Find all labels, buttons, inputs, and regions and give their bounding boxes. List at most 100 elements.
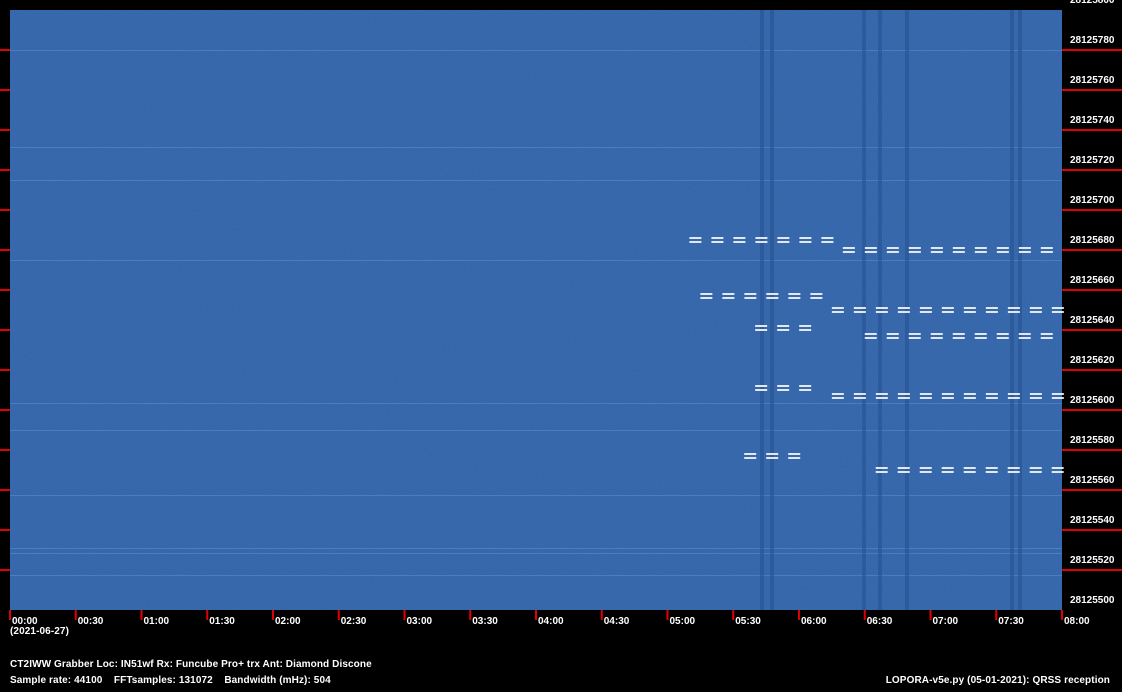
signal-mark <box>744 453 757 455</box>
y-tick-left <box>0 569 10 571</box>
y-tick-left <box>0 209 10 211</box>
y-tick-right <box>1062 129 1122 131</box>
x-tick-label: 00:30 <box>78 616 104 627</box>
signal-mark <box>842 251 855 253</box>
x-tick <box>272 610 274 620</box>
signal-mark <box>941 311 954 313</box>
signal-mark <box>777 325 790 327</box>
fading-band <box>1018 10 1022 610</box>
y-tick-label: 28125520 <box>1070 555 1115 566</box>
signal-mark <box>788 453 801 455</box>
signal-mark <box>952 337 965 339</box>
x-tick <box>600 610 603 620</box>
signal-mark <box>897 471 910 473</box>
x-tick <box>74 610 77 620</box>
signal-mark <box>875 311 888 313</box>
x-tick <box>798 610 800 620</box>
x-tick-label: 05:30 <box>735 616 761 627</box>
signal-mark <box>842 247 855 249</box>
y-tick-label: 28125640 <box>1070 315 1115 326</box>
signal-mark <box>799 325 812 327</box>
station-info: CT2IWW Grabber Loc: IN51wf Rx: Funcube P… <box>10 659 372 670</box>
signal-mark <box>1040 247 1053 249</box>
signal-mark <box>1051 393 1064 395</box>
signal-mark <box>799 237 812 239</box>
x-tick-label: 08:00 <box>1064 616 1090 627</box>
y-tick-left <box>0 49 10 51</box>
signal-mark <box>875 471 888 473</box>
signal-mark <box>919 393 932 395</box>
signal-mark <box>1018 337 1031 339</box>
signal-mark <box>755 237 768 239</box>
signal-mark <box>788 293 801 295</box>
signal-mark <box>886 251 899 253</box>
y-tick-label: 28125780 <box>1070 35 1115 46</box>
signal-mark <box>919 311 932 313</box>
y-tick-label: 28125700 <box>1070 195 1115 206</box>
y-tick-left <box>0 89 10 91</box>
x-tick-label: 04:30 <box>604 616 630 627</box>
signal-mark <box>777 385 790 387</box>
x-tick <box>666 610 669 620</box>
fft-params: Sample rate: 44100 FFTsamples: 131072 Ba… <box>10 675 331 686</box>
signal-mark <box>930 247 943 249</box>
signal-mark <box>1007 393 1020 395</box>
signal-mark <box>777 389 790 391</box>
signal-mark <box>930 337 943 339</box>
x-tick <box>140 610 143 620</box>
spectrogram: 28125800 28125780 28125760 28125740 28125720… <box>0 0 1122 627</box>
signal-mark <box>908 247 921 249</box>
x-tick-label: 01:00 <box>144 616 170 627</box>
y-tick-right <box>1062 489 1122 491</box>
x-tick <box>929 610 932 620</box>
interference-line <box>10 575 1062 576</box>
signal-mark <box>788 297 801 299</box>
signal-mark <box>919 397 932 399</box>
signal-mark <box>831 393 844 395</box>
signal-mark <box>766 297 779 299</box>
signal-mark <box>897 397 910 399</box>
signal-mark <box>689 237 702 239</box>
signal-mark <box>777 241 790 243</box>
x-tick <box>995 610 998 620</box>
x-tick-label: 01:30 <box>209 616 235 627</box>
signal-mark <box>930 251 943 253</box>
signal-mark <box>755 389 768 391</box>
signal-mark <box>875 307 888 309</box>
y-tick-right <box>1062 169 1122 171</box>
x-tick-label: 02:30 <box>341 616 367 627</box>
y-tick-right <box>1062 329 1122 331</box>
y-tick-left <box>0 489 10 491</box>
signal-mark <box>974 333 987 335</box>
signal-mark <box>766 293 779 295</box>
x-tick <box>469 610 472 620</box>
signal-mark <box>733 241 746 243</box>
y-tick-label: 28125580 <box>1070 435 1115 446</box>
signal-mark <box>974 251 987 253</box>
interference-line <box>10 50 1062 51</box>
interference-line <box>10 147 1062 148</box>
signal-mark <box>886 247 899 249</box>
signal-mark <box>744 457 757 459</box>
signal-mark <box>700 297 713 299</box>
y-tick-left <box>0 449 10 451</box>
y-tick-right <box>1062 49 1122 51</box>
y-tick-left <box>0 129 10 131</box>
signal-mark <box>886 333 899 335</box>
signal-mark <box>831 311 844 313</box>
x-tick-label: 03:00 <box>407 616 433 627</box>
signal-mark <box>864 337 877 339</box>
signal-mark <box>908 337 921 339</box>
signal-mark <box>864 247 877 249</box>
y-tick-label: 28125760 <box>1070 75 1115 86</box>
signal-mark <box>853 307 866 309</box>
signal-mark <box>755 329 768 331</box>
signal-mark <box>996 247 1009 249</box>
interference-line <box>10 430 1062 431</box>
y-tick-label: 28125720 <box>1070 155 1115 166</box>
y-tick-label: 28125540 <box>1070 515 1115 526</box>
fading-band <box>1010 10 1014 610</box>
signal-mark <box>853 397 866 399</box>
x-tick <box>535 610 537 620</box>
signal-mark <box>831 307 844 309</box>
